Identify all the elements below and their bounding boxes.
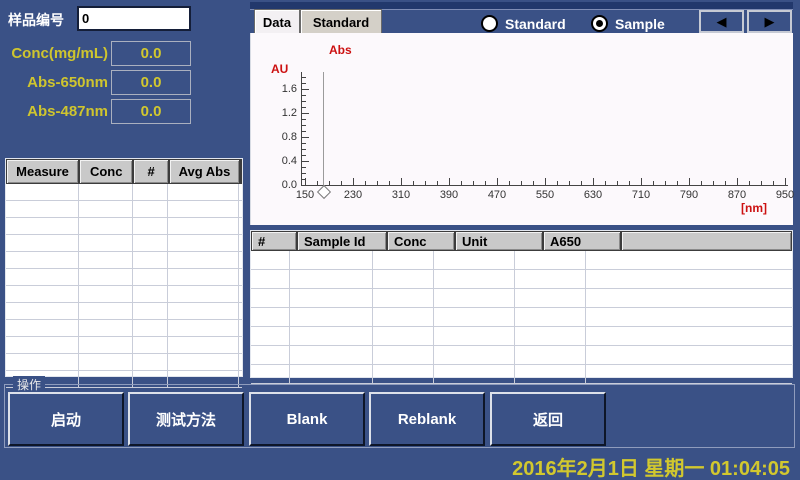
chart-ylabel: AU [271,62,288,76]
test-method-button[interactable]: 测试方法 [128,392,244,446]
table-row[interactable] [251,346,792,365]
y-tick-label: 1.6 [259,83,297,95]
start-button[interactable]: 启动 [8,392,124,446]
abs650-value: 0.0 [111,70,191,95]
measure-table-body[interactable] [6,184,242,388]
table-row[interactable] [6,320,242,337]
measure-table-header-conc[interactable]: Conc [79,159,133,184]
abs487-value: 0.0 [111,99,191,124]
table-row[interactable] [251,289,792,308]
sample-table-header-num[interactable]: # [251,231,297,251]
sample-table-header-unit[interactable]: Unit [455,231,543,251]
radio-standard-circle[interactable] [481,15,498,32]
pager-right-button[interactable]: ▶ [747,10,792,33]
tab-data[interactable]: Data [254,9,300,34]
table-row[interactable] [6,337,242,354]
x-tick-label: 470 [479,189,515,201]
arrow-right-icon: ▶ [765,14,775,30]
table-row[interactable] [251,327,792,346]
reblank-button[interactable]: Reblank [369,392,485,446]
measure-table-header-avgabs[interactable]: Avg Abs [169,159,240,184]
chart-title: Abs [329,43,352,57]
table-row[interactable] [6,218,242,235]
table-row[interactable] [251,251,792,270]
table-row[interactable] [6,252,242,269]
instrument-screen: 样品编号 Conc(mg/mL) 0.0 Abs-650nm 0.0 Abs-4… [0,0,800,480]
x-tick-label: 310 [383,189,419,201]
abs487-label: Abs-487nm [0,103,108,120]
sample-table-header-conc[interactable]: Conc [387,231,455,251]
y-tick-label: 0.4 [259,155,297,167]
x-tick-label: 950 [767,189,800,201]
conc-label: Conc(mg/mL) [0,45,108,62]
chart-xlabel: [nm] [741,201,767,215]
arrow-left-icon: ◀ [717,14,727,30]
x-tick-label: 870 [719,189,755,201]
x-tick-label: 230 [335,189,371,201]
sample-table-header-sampleid[interactable]: Sample Id [297,231,387,251]
tab-standard[interactable]: Standard [300,9,382,34]
pager-left-button[interactable]: ◀ [699,10,744,33]
abs650-label: Abs-650nm [0,74,108,91]
measure-table-header-filler [240,159,242,184]
sample-no-input[interactable] [77,6,191,31]
radio-sample-label: Sample [615,16,665,32]
table-row[interactable] [251,308,792,327]
conc-value: 0.0 [111,41,191,66]
sample-table: # Sample Id Conc Unit A650 [250,230,793,378]
table-row[interactable] [251,270,792,289]
table-row[interactable] [6,303,242,320]
datetime-display: 2016年2月1日 星期一 01:04:05 [512,452,790,480]
sample-table-header-filler [621,231,792,251]
table-row[interactable] [6,184,242,201]
sample-no-label: 样品编号 [8,10,64,30]
sample-table-header-a650[interactable]: A650 [543,231,621,251]
measure-table-header-num[interactable]: # [133,159,169,184]
table-row[interactable] [251,365,792,384]
measure-table: Measure Conc # Avg Abs [5,158,243,377]
table-row[interactable] [6,201,242,218]
radio-sample[interactable]: Sample [591,15,665,32]
radio-standard-label: Standard [505,16,566,32]
radio-standard[interactable]: Standard [481,15,566,32]
radio-sample-circle[interactable] [591,15,608,32]
table-row[interactable] [6,354,242,371]
y-tick-label: 0.8 [259,131,297,143]
table-row[interactable] [6,269,242,286]
table-row[interactable] [6,286,242,303]
actions-group-label: 操作 [13,376,45,393]
x-tick-label: 630 [575,189,611,201]
sample-table-body[interactable] [251,251,792,384]
x-tick-label: 550 [527,189,563,201]
y-tick-label: 1.2 [259,107,297,119]
table-row[interactable] [6,235,242,252]
x-tick-label: 790 [671,189,707,201]
measure-table-header-measure[interactable]: Measure [6,159,79,184]
chart-cursor-line[interactable] [323,72,324,185]
x-tick-label: 710 [623,189,659,201]
x-tick-label: 390 [431,189,467,201]
blank-button[interactable]: Blank [249,392,365,446]
return-button[interactable]: 返回 [490,392,606,446]
spectrum-chart: Abs AU [nm] 0.00.40.81.21.61502303103904… [250,33,793,225]
